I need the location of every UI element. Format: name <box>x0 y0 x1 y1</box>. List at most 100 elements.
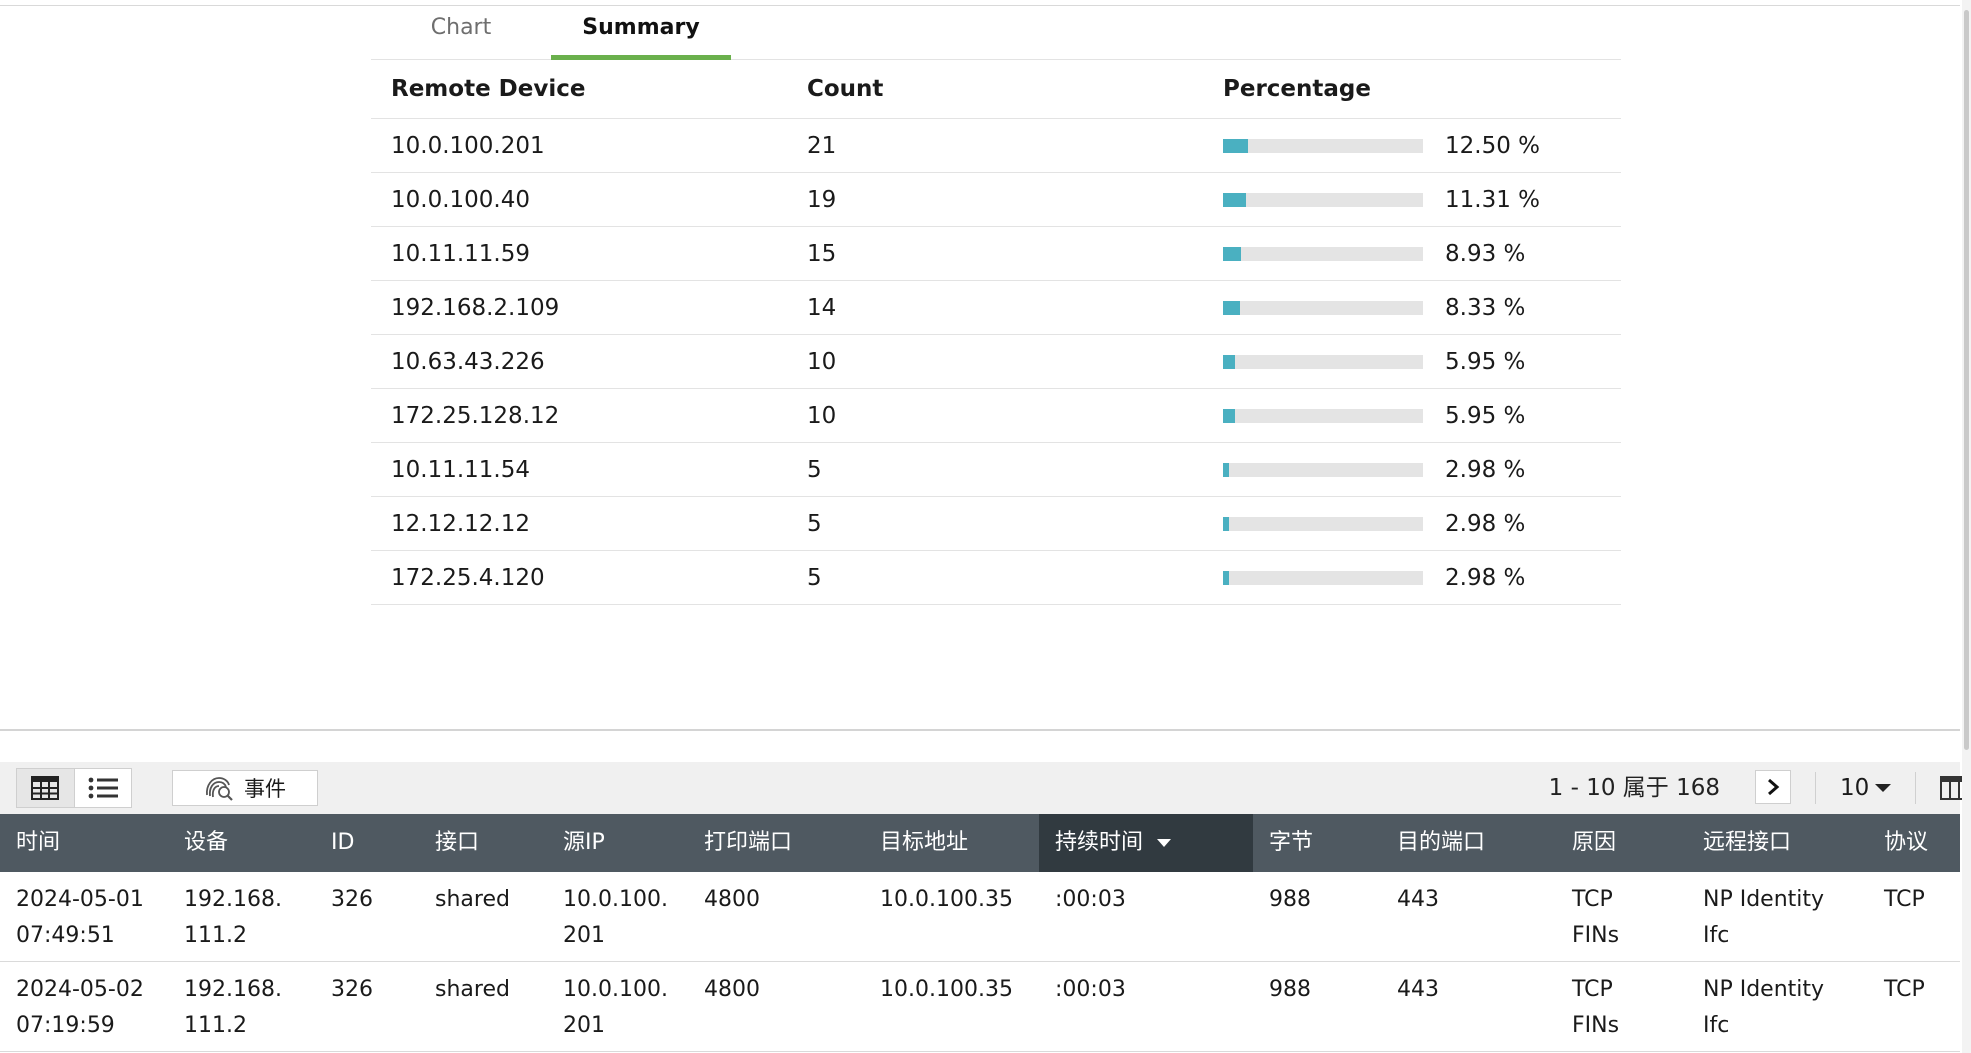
header-count: Count <box>807 76 884 102</box>
count-cell: 10 <box>807 348 837 375</box>
col-header-print-port[interactable]: 打印端口 <box>688 814 864 872</box>
percentage-bar <box>1223 138 1423 153</box>
percentage-bar <box>1223 516 1423 531</box>
col-header-reason[interactable]: 原因 <box>1556 814 1687 872</box>
percentage-bar-fill <box>1223 570 1229 585</box>
summary-row: 12.12.12.12 5 2.98 % <box>371 497 1621 551</box>
events-button-label: 事件 <box>244 777 286 801</box>
col-header-interface[interactable]: 接口 <box>419 814 547 872</box>
col-header-bytes[interactable]: 字节 <box>1253 814 1381 872</box>
summary-row: 172.25.4.120 5 2.98 % <box>371 551 1621 605</box>
table-row[interactable]: 2024-05-01 07:49:51 192.168. 111.2 326 shar… <box>0 872 1960 962</box>
fingerprint-search-icon <box>206 777 233 801</box>
col-header-destination[interactable]: 目标地址 <box>864 814 1039 872</box>
percentage-value: 2.98 % <box>1445 456 1526 483</box>
summary-header-row: Remote Device Count Percentage <box>371 60 1621 119</box>
summary-row: 172.25.128.12 10 5.95 % <box>371 389 1621 443</box>
count-cell: 21 <box>807 132 837 159</box>
grid-view-icon <box>31 776 60 800</box>
id-cell: 326 <box>331 977 373 1002</box>
view-tabs: Chart Summary <box>371 6 1621 60</box>
col-header-duration[interactable]: 持续时间 <box>1039 814 1253 872</box>
time-cell: 2024-05-02 07:19:59 <box>16 977 144 1038</box>
list-view-button[interactable] <box>73 769 131 807</box>
protocol-cell: TCP <box>1884 977 1925 1002</box>
percentage-bar <box>1223 300 1423 315</box>
count-cell: 5 <box>807 510 822 537</box>
page-scrollbar[interactable] <box>1962 0 1971 1053</box>
tab-chart[interactable]: Chart <box>371 6 551 59</box>
percentage-value: 5.95 % <box>1445 402 1526 429</box>
col-header-id[interactable]: ID <box>315 814 419 872</box>
scrollbar-thumb[interactable] <box>1964 10 1969 750</box>
events-button[interactable]: 事件 <box>172 770 318 806</box>
remote-device-cell: 10.11.11.54 <box>391 456 530 483</box>
toolbar-separator <box>1915 772 1916 804</box>
percentage-bar <box>1223 192 1423 207</box>
remote-device-cell: 12.12.12.12 <box>391 510 530 537</box>
remote-device-cell: 10.0.100.201 <box>391 132 545 159</box>
col-header-duration-label: 持续时间 <box>1055 830 1144 855</box>
percentage-bar-fill <box>1223 300 1240 315</box>
device-cell: 192.168. 111.2 <box>184 977 282 1038</box>
percentage-bar-fill <box>1223 138 1248 153</box>
percentage-cell: 2.98 % <box>1203 457 1621 483</box>
percentage-cell: 5.95 % <box>1203 403 1621 429</box>
device-cell: 192.168. 111.2 <box>184 887 282 948</box>
percentage-bar-fill <box>1223 408 1235 423</box>
summary-row: 10.0.100.40 19 11.31 % <box>371 173 1621 227</box>
percentage-bar-fill <box>1223 516 1229 531</box>
view-toggle <box>16 768 132 808</box>
remote-device-cell: 10.0.100.40 <box>391 186 530 213</box>
reason-cell: TCP FINs <box>1572 887 1620 948</box>
count-cell: 19 <box>807 186 837 213</box>
percentage-bar <box>1223 408 1423 423</box>
summary-row: 192.168.2.109 14 8.33 % <box>371 281 1621 335</box>
count-cell: 14 <box>807 294 837 321</box>
events-toolbar: 事件 1 - 10 属于 168 10 <box>0 762 1962 814</box>
column-chooser-icon <box>1940 776 1962 800</box>
col-header-source-ip[interactable]: 源IP <box>547 814 688 872</box>
col-header-time[interactable]: 时间 <box>0 814 168 872</box>
print-port-cell: 4800 <box>704 977 760 1002</box>
remote-interface-cell: NP Identity Ifc <box>1703 887 1825 948</box>
summary-row: 10.63.43.226 10 5.95 % <box>371 335 1621 389</box>
percentage-cell: 8.33 % <box>1203 295 1621 321</box>
header-remote-device: Remote Device <box>391 76 586 102</box>
page-size-select[interactable]: 10 <box>1840 762 1892 814</box>
percentage-bar-fill <box>1223 192 1246 207</box>
dest-port-cell: 443 <box>1397 977 1439 1002</box>
sort-desc-icon <box>1157 839 1172 847</box>
time-cell: 2024-05-01 07:49:51 <box>16 887 144 948</box>
remote-device-cell: 10.11.11.59 <box>391 240 530 267</box>
percentage-cell: 5.95 % <box>1203 349 1621 375</box>
percentage-bar <box>1223 570 1423 585</box>
column-chooser-button[interactable] <box>1940 774 1962 802</box>
percentage-bar <box>1223 246 1423 261</box>
toolbar-separator <box>1815 772 1816 804</box>
table-row[interactable]: 2024-05-02 07:19:59 192.168. 111.2 326 shar… <box>0 962 1960 1052</box>
tab-summary[interactable]: Summary <box>551 6 731 60</box>
percentage-cell: 2.98 % <box>1203 511 1621 537</box>
col-header-dest-port[interactable]: 目的端口 <box>1381 814 1556 872</box>
reason-cell: TCP FINs <box>1572 977 1620 1038</box>
col-header-protocol[interactable]: 协议 <box>1868 814 1960 872</box>
list-view-icon <box>88 777 118 799</box>
count-cell: 15 <box>807 240 837 267</box>
count-cell: 10 <box>807 402 837 429</box>
grid-view-button[interactable] <box>17 769 74 807</box>
col-header-device[interactable]: 设备 <box>168 814 315 872</box>
percentage-cell: 8.93 % <box>1203 241 1621 267</box>
col-header-remote-interface[interactable]: 远程接口 <box>1687 814 1868 872</box>
source-ip-cell: 10.0.100. 201 <box>563 887 668 948</box>
remote-device-cell: 10.63.43.226 <box>391 348 545 375</box>
percentage-value: 12.50 % <box>1445 132 1541 159</box>
remote-device-cell: 172.25.4.120 <box>391 564 545 591</box>
bytes-cell: 988 <box>1269 887 1311 912</box>
destination-cell: 10.0.100.35 <box>880 887 1013 912</box>
source-ip-cell: 10.0.100. 201 <box>563 977 668 1038</box>
percentage-value: 2.98 % <box>1445 510 1526 537</box>
percentage-bar <box>1223 354 1423 369</box>
percentage-bar-fill <box>1223 246 1241 261</box>
next-page-button[interactable] <box>1755 770 1791 804</box>
